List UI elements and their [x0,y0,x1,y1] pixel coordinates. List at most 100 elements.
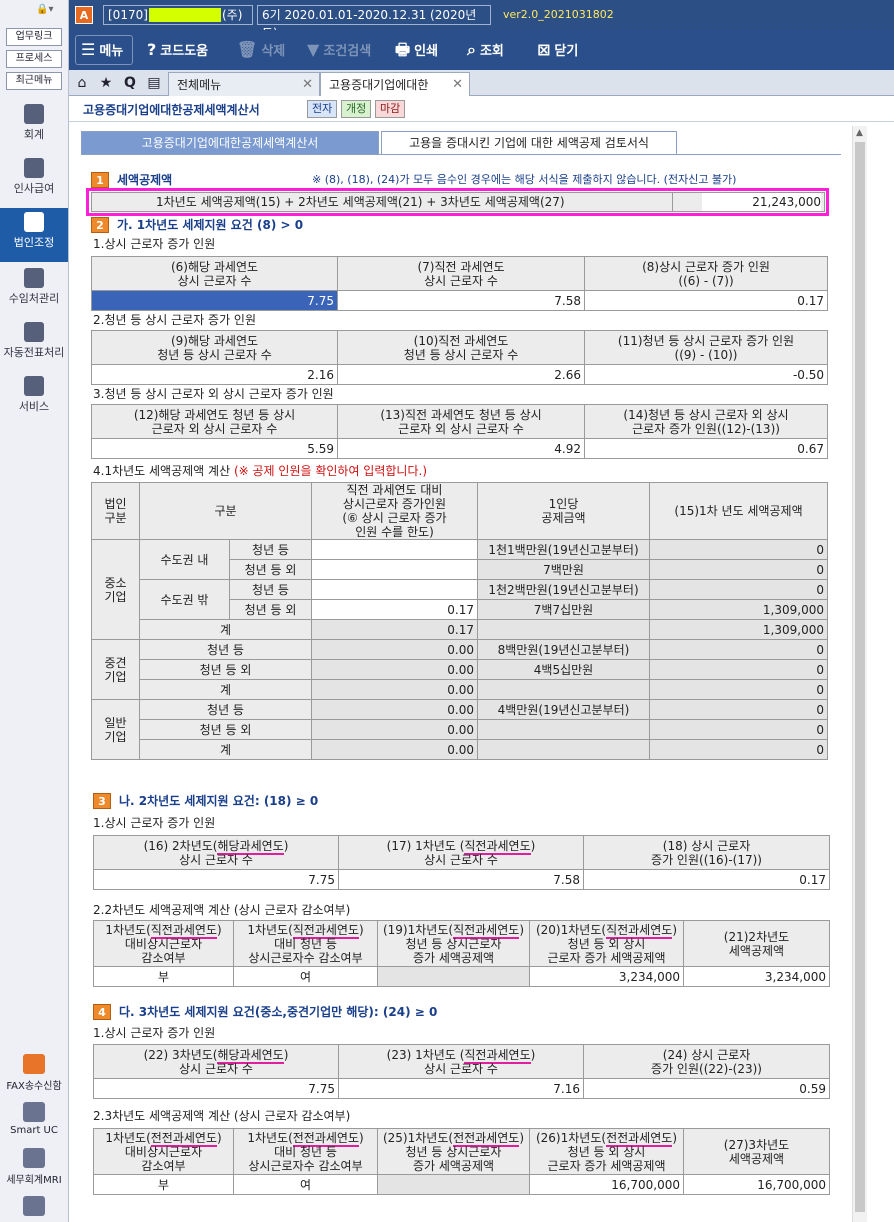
decrease-select[interactable]: 부 [93,1174,234,1195]
input-cell[interactable] [311,539,478,560]
subtab-calculation[interactable]: 고용증대기업에대한공제세액계산서 [81,131,379,155]
cell-value: 0.67 [584,438,828,459]
hdr-part: 대비 청년 등 [274,936,337,951]
sidebar-nav-client-mgmt[interactable]: 수임처관리 [0,264,68,318]
tab-bar: ⌂ ★ Q ▤ 전체메뉴 ✕ 고용증대기업에대한 ✕ [69,70,894,96]
list-icon[interactable]: ▤ [144,73,164,93]
s3-table-2: 1차년도(직전과세연도) 대비상시근로자 감소여부 1차년도(직전과세연도) 대비 청… [93,920,830,987]
hdr-part: 1차년도( [105,922,151,937]
hdr-part: 감소여부 [141,1158,186,1173]
version-label: ver2.0_2021031802 [503,8,614,21]
hdr-part: (26)1차년도( [535,1130,607,1145]
cell-value[interactable]: 2.66 [337,364,585,385]
hdr-part: 청년 등 외 상시 [567,1144,646,1159]
row-sum: 계 [139,679,312,700]
sidebar-link-process[interactable]: 프로세스 [6,50,62,68]
hdr-part: (19)1차년도( [382,922,454,937]
input-cell[interactable]: 0.17 [311,599,478,620]
tax-mri-button[interactable]: 세무회계MRI [0,1148,68,1186]
cell-value[interactable]: 7.75 [93,869,339,890]
delete-button[interactable]: 🗑 삭제 [237,40,285,60]
unit-amount: 7백만원 [477,559,650,580]
star-icon[interactable]: ★ [96,73,116,93]
hdr-part: ) [283,838,289,853]
cell-value[interactable]: 5.59 [91,438,338,459]
sidebar-nav-accounting[interactable]: 회계 [0,100,68,154]
cell-value: 3,234,000 [529,966,684,987]
tab-employment-credit[interactable]: 고용증대기업에대한 ✕ [320,72,470,96]
cell-prior-workers[interactable]: 7.58 [337,290,585,311]
hdr-part: (21)2차년도 [723,929,790,944]
print-button[interactable]: 🖶 인쇄 [395,40,438,60]
cell-value[interactable]: 2.16 [91,364,338,385]
smart-uc-button[interactable]: Smart UC [0,1102,68,1136]
s3-table-1: (16) 2차년도(해당과세연도) 상시 근로자 수 (17) 1차년도 (직전과… [93,835,830,890]
sidebar-tool-label: 세무회계MRI [6,1175,62,1186]
sub-tabs: 고용증대기업에대한공제세액계산서 고용을 증대시킨 기업에 대한 세액공제 검토… [81,131,841,155]
sidebar-nav-auto-voucher[interactable]: 자동전표처리 [0,318,68,372]
scroll-thumb[interactable] [855,142,865,1212]
youth-decrease-select[interactable]: 여 [233,1174,378,1195]
sum-cell: 0 [649,739,828,760]
sidebar-link-recent[interactable]: 최근메뉴 [6,72,62,90]
input-cell[interactable] [311,579,478,600]
cell-value[interactable]: 7.16 [338,1078,584,1099]
col-header: (23) 1차년도 (직전과세연도) 상시 근로자 수 [338,1044,584,1079]
col-header: (24) 상시 근로자 증가 인원((22)-(23)) [583,1044,830,1079]
row-non-youth: 청년 등 외 [229,599,312,620]
decrease-select[interactable]: 부 [93,966,234,987]
sidebar-nav-label: 회계 [23,128,45,141]
condition-search-button[interactable]: ▼ 조건검색 [307,40,371,60]
fiscal-period[interactable]: 6기 2020.01.01-2020.12.31 (2020년도) [257,5,491,40]
sidebar-nav-service[interactable]: 서비스 [0,372,68,426]
code-help-button[interactable]: ? 코드도움 [147,40,208,60]
cell-value[interactable]: 4.92 [337,438,585,459]
scroll-up-icon[interactable]: ▲ [856,128,863,138]
uc-icon [23,1102,45,1122]
menu-button[interactable]: ☰ 메뉴 [81,40,123,60]
lock-icon[interactable]: 🔒▾ [36,4,53,15]
subtab-review[interactable]: 고용을 증대시킨 기업에 대한 세액공제 검토서식 [381,131,677,155]
tab-all-menu[interactable]: 전체메뉴 ✕ [168,72,320,96]
hdr-part: (16) 2차년도( [143,838,218,853]
print-label: 인쇄 [414,44,439,59]
s2-t2-label: 2.청년 등 상시 근로자 증가 인원 [93,313,257,327]
database-icon [24,322,44,342]
close-button[interactable]: ⊠ 닫기 [537,40,578,60]
home-icon[interactable]: ⌂ [72,73,92,93]
search-button[interactable]: ⌕ 조회 [467,40,504,60]
fax-inbox-button[interactable]: FAX송수신함 [0,1054,68,1092]
col-header: (13)직전 과세연도 청년 등 상시 근로자 외 상시 근로자 수 [337,404,585,439]
hdr-part: 1차년도( [247,922,293,937]
close-tab-icon[interactable]: ✕ [302,73,313,97]
row-sum: 계 [139,619,312,640]
sidebar-nav-payroll[interactable]: 인사급여 [0,154,68,208]
sidebar-nav-corp-adjust[interactable]: 법인조정 [0,208,68,262]
cell-value[interactable]: 7.75 [93,1078,339,1099]
col-header: 1차년도(직전과세연도) 대비 청년 등 상시근로자수 감소여부 [233,920,378,967]
close-tab-icon[interactable]: ✕ [452,73,463,97]
sidebar-link-business[interactable]: 업무링크 [6,28,62,46]
input-cell[interactable] [311,559,478,580]
youth-decrease-select[interactable]: 여 [233,966,378,987]
quick-search-icon[interactable]: Q [120,73,140,93]
cell-value: -0.50 [584,364,828,385]
hdr-part: 증가 세액공제액 [412,950,495,965]
hdr-part: 감소여부 [141,950,186,965]
input-cell: 0.00 [311,719,478,740]
unit-amount: 4백5십만원 [477,659,650,680]
sum-cell: 0.00 [311,679,478,700]
col-header: (22) 3차년도(해당과세연도) 상시 근로자 수 [93,1044,339,1079]
row-youth: 청년 등 [139,699,312,720]
col-header: (18) 상시 근로자 증가 인원((16)-(17)) [583,835,830,870]
badge-electronic: 전자 [307,100,338,118]
unit-amount: 1천2백만원(19년신고분부터) [477,579,650,600]
sidebar-nav-label: 수임처관리 [8,292,60,305]
fax-icon [23,1054,45,1074]
col-header: 1차년도(직전과세연도) 대비상시근로자 감소여부 [93,920,234,967]
cell-value[interactable]: 7.58 [338,869,584,890]
hdr-part: 세액공제액 [728,943,785,958]
book-tool[interactable] [0,1196,68,1219]
vertical-scrollbar[interactable]: ▲ [852,126,867,1222]
cell-current-workers[interactable]: 7.75 [91,290,338,311]
